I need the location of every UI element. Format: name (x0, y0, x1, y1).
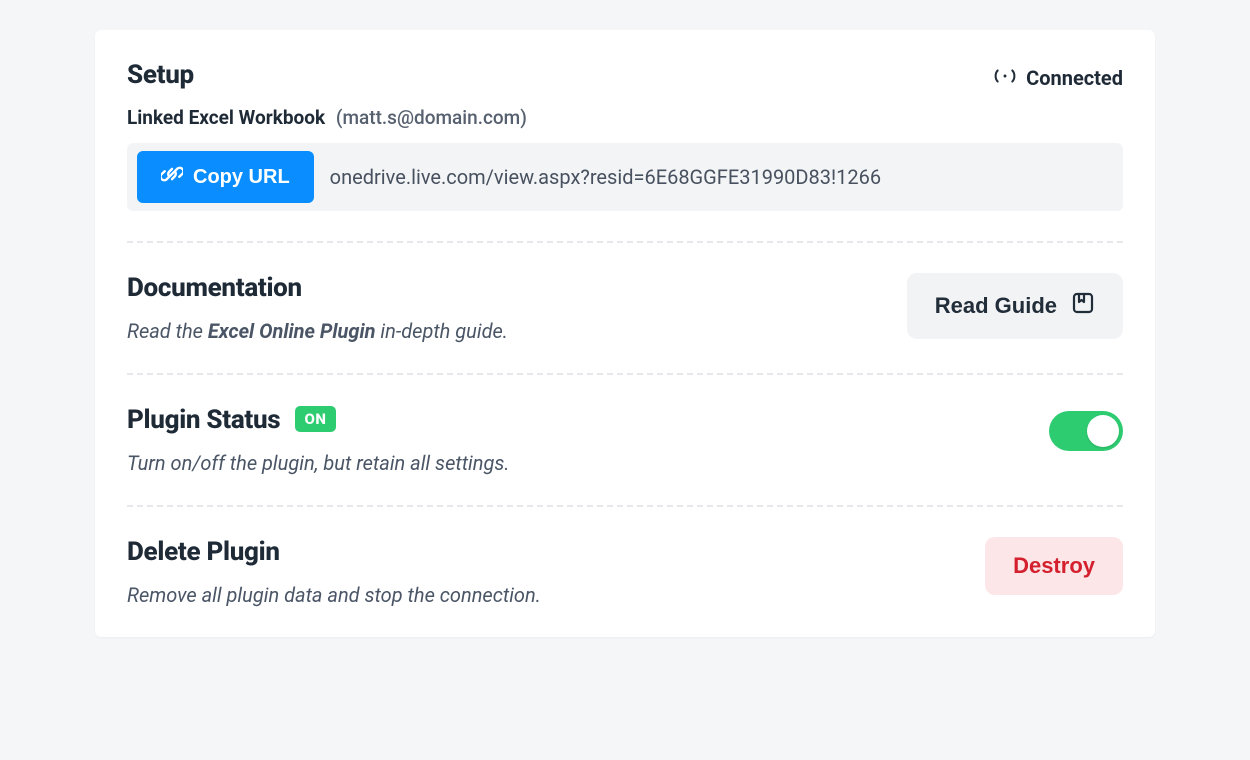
connected-label: Connected (1026, 66, 1123, 90)
linked-workbook-label: Linked Excel Workbook (127, 106, 325, 129)
setup-heading: Setup (127, 60, 194, 90)
doc-desc-strong: Excel Online Plugin (208, 319, 376, 343)
status-badge: ON (295, 406, 337, 432)
settings-card: Setup Connected Linked Excel Workbook (m… (95, 30, 1155, 637)
linked-workbook-email: (matt.s@domain.com) (336, 106, 527, 129)
plugin-status-description: Turn on/off the plugin, but retain all s… (127, 451, 510, 475)
book-icon (1071, 291, 1095, 321)
workbook-url: onedrive.live.com/view.aspx?resid=6E68GG… (330, 165, 881, 189)
link-icon (161, 163, 183, 191)
url-bar: Copy URL onedrive.live.com/view.aspx?res… (127, 143, 1123, 211)
documentation-heading: Documentation (127, 273, 508, 303)
plugin-status-toggle[interactable] (1049, 411, 1123, 451)
plugin-status-section: Plugin Status ON Turn on/off the plugin,… (127, 373, 1123, 505)
read-guide-label: Read Guide (935, 293, 1057, 319)
delete-plugin-description: Remove all plugin data and stop the conn… (127, 583, 541, 607)
toggle-knob (1087, 415, 1119, 447)
doc-desc-suffix: in-depth guide. (376, 319, 508, 343)
linked-workbook-row: Linked Excel Workbook (matt.s@domain.com… (127, 106, 1123, 129)
connected-indicator: Connected (994, 66, 1123, 90)
read-guide-button[interactable]: Read Guide (907, 273, 1123, 339)
copy-url-button[interactable]: Copy URL (137, 151, 314, 203)
delete-plugin-section: Delete Plugin Remove all plugin data and… (127, 505, 1123, 619)
documentation-description: Read the Excel Online Plugin in-depth gu… (127, 319, 508, 343)
documentation-section: Documentation Read the Excel Online Plug… (127, 241, 1123, 373)
signal-icon (994, 66, 1016, 90)
setup-section: Setup Connected Linked Excel Workbook (m… (127, 60, 1123, 241)
plugin-status-heading: Plugin Status ON (127, 405, 510, 435)
plugin-status-heading-text: Plugin Status (127, 405, 280, 435)
destroy-button[interactable]: Destroy (985, 537, 1123, 595)
copy-url-label: Copy URL (193, 166, 290, 189)
delete-plugin-heading: Delete Plugin (127, 537, 541, 567)
doc-desc-prefix: Read the (127, 319, 208, 343)
